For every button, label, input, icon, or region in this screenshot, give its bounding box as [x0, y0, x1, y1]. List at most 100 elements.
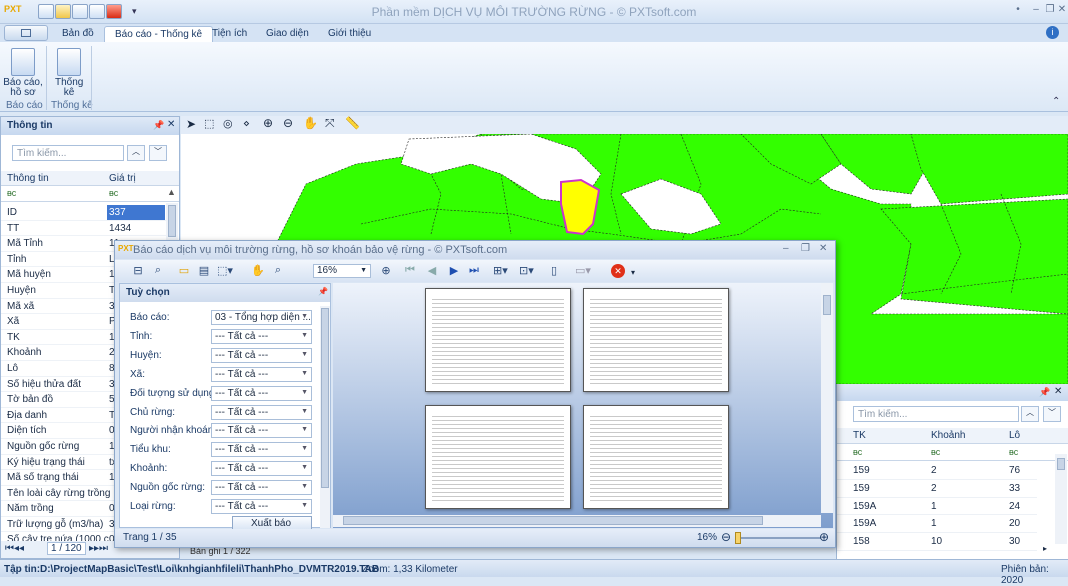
first-page-icon[interactable]: ⏮◂◂: [5, 543, 24, 554]
info-value[interactable]: 337: [107, 205, 165, 220]
zoom-in-icon[interactable]: ⊕: [819, 530, 829, 544]
attribute-row[interactable]: 159A 1 24: [837, 498, 1037, 516]
select-polygon-icon[interactable]: ⋄: [243, 117, 250, 130]
close-icon[interactable]: ✕: [819, 243, 827, 254]
zoom-out-icon[interactable]: ⊖: [721, 530, 731, 544]
attribute-search-input[interactable]: Tìm kiếm...: [853, 406, 1019, 422]
option-select[interactable]: --- Tất cả --- ▼: [211, 404, 312, 420]
select-rect-icon[interactable]: ⬚: [204, 117, 214, 130]
col-tk-header[interactable]: TK: [853, 430, 866, 441]
tab-bao-cao-thong-ke[interactable]: Báo cáo - Thống kê: [104, 26, 214, 42]
preview-hscrollbar[interactable]: [333, 515, 821, 527]
minimize-icon[interactable]: •: [1010, 4, 1026, 18]
attribute-row[interactable]: 159 2 76: [837, 462, 1037, 480]
toolbar-overflow-icon[interactable]: ▾: [631, 268, 635, 277]
thumbnails-icon[interactable]: ⊟: [131, 264, 145, 278]
option-select[interactable]: --- Tất cả --- ▼: [211, 442, 312, 458]
next-page-icon[interactable]: ▸▸⏭: [89, 543, 108, 554]
info-row[interactable]: TT 1434: [1, 221, 166, 237]
zoom-in-icon[interactable]: ⊕: [263, 116, 273, 130]
document-icon[interactable]: ▯: [547, 264, 561, 278]
option-select[interactable]: --- Tất cả --- ▼: [211, 328, 312, 344]
info-value[interactable]: 1434: [107, 221, 165, 236]
export-icon[interactable]: ⬚▾: [217, 264, 233, 278]
filter-icon[interactable]: ᴃᴄ: [853, 447, 862, 457]
last-page-icon[interactable]: ⏭: [467, 264, 481, 278]
search-prev-button[interactable]: ︿: [127, 145, 145, 161]
filter-icon[interactable]: ᴃᴄ: [1009, 447, 1018, 457]
info-search-input[interactable]: Tìm kiếm...: [12, 145, 124, 161]
tab-gioi-thieu[interactable]: Giới thiệu: [318, 26, 381, 42]
zoom-in-icon[interactable]: ⊕: [379, 264, 393, 278]
filter-row[interactable]: ᴃᴄ ᴃᴄ ▲: [1, 186, 179, 202]
app-menu-button[interactable]: [4, 25, 48, 41]
report-preview[interactable]: [333, 283, 833, 528]
pin-icon[interactable]: 📌: [318, 287, 328, 296]
find-icon[interactable]: ⌕: [151, 264, 165, 278]
attribute-row[interactable]: 159 2 33: [837, 480, 1037, 498]
col-lo-header[interactable]: Lô: [1009, 430, 1020, 441]
filter-icon[interactable]: ᴃᴄ: [931, 447, 940, 457]
zoom-select[interactable]: 16% ▼: [313, 264, 371, 278]
option-select[interactable]: --- Tất cả --- ▼: [211, 347, 312, 363]
attribute-cell-lo: 33: [1009, 482, 1021, 494]
option-value: --- Tất cả ---: [215, 406, 269, 418]
zoom-tool-icon[interactable]: ⌕: [271, 264, 285, 278]
attribute-row[interactable]: 159A 1 20: [837, 515, 1037, 534]
next-page-icon[interactable]: ▶: [447, 264, 461, 278]
attribute-row[interactable]: 158 10 30: [837, 533, 1037, 551]
close-panel-icon[interactable]: ✕: [1054, 386, 1062, 397]
open-file-icon[interactable]: ▭: [177, 264, 191, 278]
pager-input[interactable]: 1 / 120: [47, 542, 86, 555]
col-value-header[interactable]: Giá trị: [109, 173, 136, 184]
ruler-icon[interactable]: 📏: [345, 116, 360, 130]
option-select[interactable]: --- Tất cả --- ▼: [211, 366, 312, 382]
prev-page-icon[interactable]: ◀: [425, 264, 439, 278]
search-prev-button[interactable]: ︿: [1021, 406, 1039, 422]
zoom-slider[interactable]: [739, 537, 821, 539]
option-select[interactable]: 03 - Tổng hợp diện ... ▼: [211, 310, 312, 325]
option-select[interactable]: --- Tất cả --- ▼: [211, 385, 312, 401]
close-preview-icon[interactable]: ✕: [611, 264, 625, 278]
hand-tool-icon[interactable]: ✋: [251, 264, 265, 278]
tab-ban-do[interactable]: Bản đồ: [52, 26, 104, 42]
save-icon[interactable]: ▤: [197, 264, 211, 278]
zoom-slider-thumb[interactable]: [735, 532, 741, 544]
maximize-icon[interactable]: ❐: [801, 243, 810, 254]
pin-icon[interactable]: 📌: [153, 120, 164, 131]
pin-icon[interactable]: 📌: [1039, 387, 1050, 398]
filter-icon[interactable]: ᴃᴄ: [109, 188, 118, 198]
scroll-right-icon[interactable]: ▸: [1043, 544, 1047, 553]
pointer-icon[interactable]: ➤: [186, 117, 196, 131]
filter-row[interactable]: ᴃᴄ ᴃᴄ ᴃᴄ: [837, 444, 1068, 461]
minimize-icon[interactable]: –: [783, 243, 789, 254]
first-page-icon[interactable]: ⏮: [403, 264, 417, 278]
full-extent-icon[interactable]: ⤧: [325, 116, 335, 131]
attribute-scrollbar[interactable]: [1055, 454, 1067, 544]
option-select[interactable]: --- Tất cả --- ▼: [211, 499, 312, 514]
watermark-icon[interactable]: ▭▾: [575, 264, 591, 278]
info-row[interactable]: ID 337: [1, 205, 166, 221]
option-select[interactable]: --- Tất cả --- ▼: [211, 423, 312, 439]
option-select[interactable]: --- Tất cả --- ▼: [211, 480, 312, 496]
close-icon[interactable]: ✕: [1054, 4, 1068, 18]
tab-tien-ich[interactable]: Tiện ích: [202, 26, 257, 42]
col-khoanh-header[interactable]: Khoảnh: [931, 430, 965, 441]
scroll-up-icon[interactable]: ▲: [167, 187, 176, 197]
help-icon[interactable]: i: [1046, 26, 1059, 39]
search-next-button[interactable]: ﹀: [149, 145, 167, 161]
search-next-button[interactable]: ﹀: [1043, 406, 1061, 422]
col-info-header[interactable]: Thông tin: [7, 173, 49, 184]
close-panel-icon[interactable]: ✕: [167, 119, 175, 130]
option-select[interactable]: --- Tất cả --- ▼: [211, 461, 312, 477]
page-setup-icon[interactable]: ⊡▾: [519, 264, 534, 278]
zoom-out-icon[interactable]: ⊖: [283, 116, 293, 130]
tab-giao-dien[interactable]: Giao diện: [256, 26, 319, 42]
select-radius-icon[interactable]: ◎: [223, 117, 233, 130]
multipage-icon[interactable]: ⊞▾: [493, 264, 508, 278]
preview-vscrollbar[interactable]: [821, 283, 833, 513]
collapse-ribbon-icon[interactable]: ⌃: [1052, 96, 1060, 107]
filter-icon[interactable]: ᴃᴄ: [7, 188, 16, 198]
pan-icon[interactable]: ✋: [303, 116, 318, 130]
options-scrollbar[interactable]: [320, 306, 330, 528]
